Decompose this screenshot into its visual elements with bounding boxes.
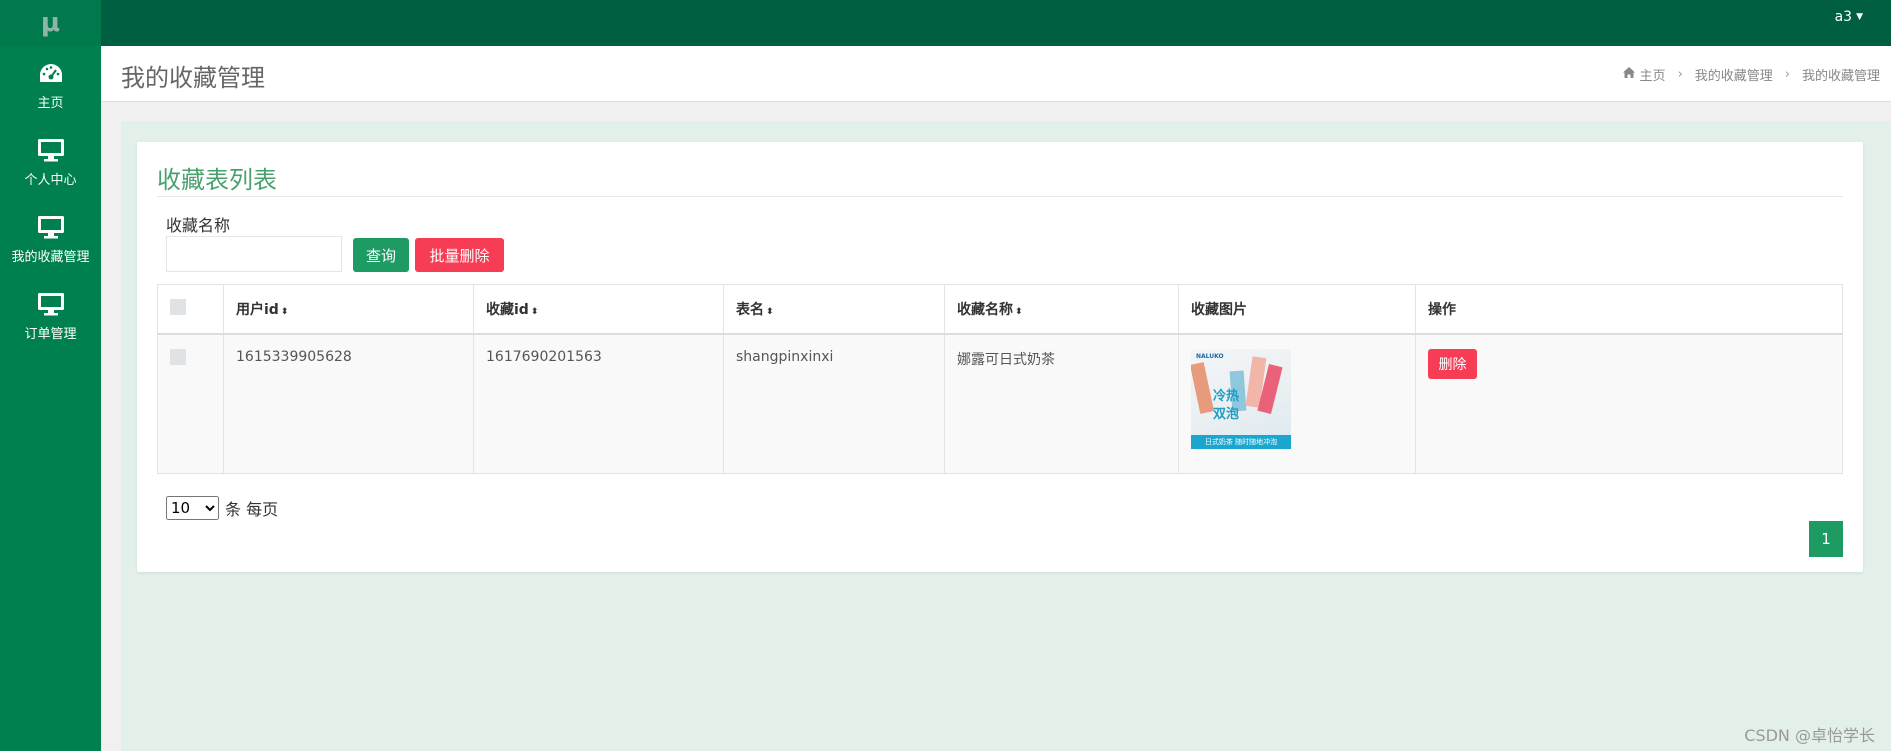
batch-delete-button[interactable]: 批量删除 bbox=[415, 238, 504, 272]
image-banner: 日式奶茶 随时随地冲泡 bbox=[1191, 435, 1291, 449]
delete-button[interactable]: 删除 bbox=[1428, 349, 1477, 379]
column-header-fav-id[interactable]: 收藏id ⬍ bbox=[473, 284, 724, 335]
sidebar-item-label: 我的收藏管理 bbox=[11, 249, 90, 265]
cell-user-id: 1615339905628 bbox=[223, 333, 474, 474]
chevron-right-icon: › bbox=[1677, 67, 1683, 82]
sort-icon: ⬍ bbox=[1015, 307, 1023, 317]
page-size-control: 10 条 每页 bbox=[166, 496, 278, 520]
sidebar-item-label: 主页 bbox=[37, 95, 64, 111]
sidebar-item-favorites[interactable]: 我的收藏管理 bbox=[0, 200, 101, 277]
top-bar: μ a3 ▼ bbox=[0, 0, 1891, 46]
chevron-right-icon: › bbox=[1784, 67, 1790, 82]
sidebar-item-home[interactable]: 主页 bbox=[0, 46, 101, 123]
sidebar-item-profile[interactable]: 个人中心 bbox=[0, 123, 101, 200]
sidebar: 主页 个人中心 我的收藏管理 订单管理 bbox=[0, 46, 101, 751]
cell-actions: 删除 bbox=[1415, 333, 1843, 474]
dashboard-icon bbox=[38, 59, 64, 87]
select-all-checkbox[interactable] bbox=[170, 299, 186, 315]
image-brand: NALUKO bbox=[1196, 353, 1224, 360]
favorites-table: 用户id ⬍ 收藏id ⬍ 表名 ⬍ 收藏名称 ⬍ 收藏图片 操作 161533… bbox=[157, 284, 1843, 474]
user-menu[interactable]: a3 ▼ bbox=[1835, 9, 1863, 25]
column-header-table-name[interactable]: 表名 ⬍ bbox=[723, 284, 945, 335]
search-button[interactable]: 查询 bbox=[353, 238, 409, 272]
user-name: a3 bbox=[1834, 9, 1853, 25]
breadcrumb-current: 我的收藏管理 bbox=[1801, 69, 1880, 84]
search-input[interactable] bbox=[166, 236, 342, 272]
watermark: CSDN @卓怡学长 bbox=[1744, 726, 1875, 745]
monitor-icon bbox=[37, 213, 65, 241]
search-label: 收藏名称 bbox=[166, 216, 231, 235]
page-title: 我的收藏管理 bbox=[121, 64, 265, 92]
select-all-header bbox=[157, 284, 224, 335]
sidebar-item-label: 订单管理 bbox=[24, 326, 77, 342]
cell-name: 娜露可日式奶茶 bbox=[944, 333, 1179, 474]
breadcrumb: 主页 › 我的收藏管理 › 我的收藏管理 bbox=[1622, 65, 1880, 84]
table-header-row: 用户id ⬍ 收藏id ⬍ 表名 ⬍ 收藏名称 ⬍ 收藏图片 操作 bbox=[157, 284, 1843, 335]
sort-icon: ⬍ bbox=[766, 307, 774, 317]
row-checkbox[interactable] bbox=[170, 349, 186, 365]
page-button-current[interactable]: 1 bbox=[1809, 521, 1843, 557]
column-header-name[interactable]: 收藏名称 ⬍ bbox=[944, 284, 1179, 335]
breadcrumb-item[interactable]: 我的收藏管理 bbox=[1695, 65, 1773, 84]
page-size-select[interactable]: 10 bbox=[166, 496, 219, 520]
page-size-suffix: 条 每页 bbox=[225, 500, 279, 519]
image-line2: 双泡 bbox=[1213, 407, 1240, 422]
home-icon bbox=[1622, 67, 1635, 82]
content-area: 收藏表列表 收藏名称 查询 批量删除 用户id ⬍ 收藏id ⬍ 表名 ⬍ 收藏… bbox=[121, 121, 1891, 751]
column-header-user-id[interactable]: 用户id ⬍ bbox=[223, 284, 474, 335]
cell-image: NALUKO 冷热 双泡 日式奶茶 随时随地冲泡 bbox=[1178, 333, 1416, 474]
app-logo: μ bbox=[0, 0, 101, 46]
sidebar-item-orders[interactable]: 订单管理 bbox=[0, 277, 101, 354]
card-title: 收藏表列表 bbox=[157, 166, 277, 194]
caret-down-icon: ▼ bbox=[1856, 12, 1863, 22]
page-header: 我的收藏管理 主页 › 我的收藏管理 › 我的收藏管理 bbox=[101, 46, 1891, 102]
cell-table-name: shangpinxinxi bbox=[723, 333, 945, 474]
sort-icon: ⬍ bbox=[530, 307, 539, 317]
breadcrumb-home[interactable]: 主页 bbox=[1640, 65, 1666, 84]
monitor-icon bbox=[37, 136, 65, 164]
monitor-icon bbox=[37, 290, 65, 318]
column-header-actions: 操作 bbox=[1415, 284, 1843, 335]
table-row: 1615339905628 1617690201563 shangpinxinx… bbox=[157, 333, 1843, 474]
sort-icon: ⬍ bbox=[280, 307, 289, 317]
sidebar-item-label: 个人中心 bbox=[24, 172, 77, 188]
list-card: 收藏表列表 收藏名称 查询 批量删除 用户id ⬍ 收藏id ⬍ 表名 ⬍ 收藏… bbox=[137, 142, 1863, 572]
image-line1: 冷热 bbox=[1213, 389, 1240, 404]
column-header-image: 收藏图片 bbox=[1178, 284, 1416, 335]
packet-graphic bbox=[1191, 362, 1215, 414]
divider bbox=[157, 196, 1843, 197]
row-select-cell bbox=[157, 333, 224, 474]
cell-fav-id: 1617690201563 bbox=[473, 333, 724, 474]
product-image: NALUKO 冷热 双泡 日式奶茶 随时随地冲泡 bbox=[1191, 349, 1291, 449]
